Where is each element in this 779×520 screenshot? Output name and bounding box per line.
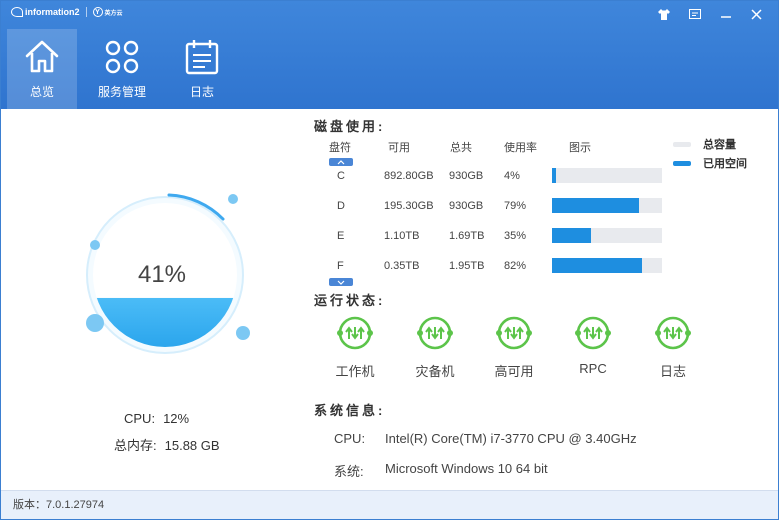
disk-usage-bar bbox=[552, 258, 662, 273]
disk-cell-total: 930GB bbox=[449, 200, 484, 212]
chevron-up-icon bbox=[337, 159, 345, 164]
status-label: 灾备机 bbox=[415, 364, 455, 379]
col-header-drive: 盘符 bbox=[329, 142, 351, 154]
tab-overview[interactable]: 总览 bbox=[7, 29, 77, 109]
sysinfo-cpu-label: CPU: bbox=[334, 431, 366, 446]
col-header-total: 总共 bbox=[450, 142, 472, 154]
legend-total-capacity: 总容量 bbox=[673, 136, 736, 152]
legend-swatch-used bbox=[673, 160, 691, 166]
disk-cell-drive: C bbox=[337, 170, 345, 182]
tab-label: 服务管理 bbox=[97, 85, 146, 99]
status-label: 工作机 bbox=[335, 364, 375, 379]
disk-cell-usage: 82% bbox=[504, 260, 527, 272]
gauge-bubble bbox=[86, 314, 104, 332]
tab-log[interactable]: 日志 bbox=[169, 29, 235, 109]
disk-cell-drive: D bbox=[337, 200, 345, 212]
disk-cell-free: 1.10TB bbox=[384, 230, 420, 242]
disk-usage-bar bbox=[552, 228, 662, 243]
shirt-icon bbox=[657, 8, 670, 20]
sync-status-icon bbox=[417, 316, 453, 350]
gauge-bubble bbox=[90, 240, 100, 250]
cloud-logo-icon: Y bbox=[92, 7, 103, 17]
disk-cell-drive: E bbox=[337, 230, 345, 242]
sync-status-icon bbox=[337, 316, 373, 350]
close-icon bbox=[751, 8, 762, 20]
system-info-title: 系统信息: bbox=[314, 403, 386, 418]
sync-status-icon bbox=[496, 316, 532, 350]
sysinfo-os-label: 系统: bbox=[334, 464, 364, 479]
disk-cell-free: 0.35TB bbox=[384, 260, 420, 272]
tab-service-management[interactable]: 服务管理 bbox=[89, 29, 155, 109]
version-text: 版本：7.0.1.27974 bbox=[13, 499, 105, 511]
disk-usage-bar bbox=[552, 168, 662, 183]
sync-status-icon bbox=[655, 316, 691, 350]
minimize-icon bbox=[720, 16, 731, 18]
tab-label: 日志 bbox=[189, 85, 214, 99]
restore-button[interactable] bbox=[679, 3, 710, 25]
disk-usage-title: 磁盘使用: bbox=[314, 119, 386, 134]
app-window: information2 Y 英方云 总览 服务管理 日志 41% CPU: 1… bbox=[0, 0, 779, 520]
brand: information2 Y 英方云 bbox=[11, 5, 123, 19]
disk-cell-free: 195.30GB bbox=[384, 200, 434, 212]
information2-logo-icon bbox=[11, 7, 23, 17]
cloud-logo: Y 英方云 bbox=[92, 7, 123, 17]
running-status-title: 运行状态: bbox=[314, 293, 386, 308]
memory-value: 15.88 GB bbox=[164, 438, 220, 453]
disk-usage-bar-fill bbox=[552, 168, 556, 183]
legend-used-space: 已用空间 bbox=[673, 155, 747, 171]
status-item[interactable]: 高可用 bbox=[484, 313, 544, 380]
status-bar: 版本：7.0.1.27974 bbox=[1, 490, 778, 519]
skin-button[interactable] bbox=[648, 3, 679, 25]
window-controls bbox=[648, 3, 772, 25]
gauge-bubble bbox=[228, 194, 238, 204]
col-header-usage: 使用率 bbox=[504, 142, 537, 154]
status-item[interactable]: 日志 bbox=[643, 313, 703, 380]
home-icon bbox=[25, 40, 59, 73]
disk-usage-bar-fill bbox=[552, 258, 642, 273]
scroll-down-button[interactable] bbox=[329, 278, 353, 286]
sysinfo-cpu-value: Intel(R) Core(TM) i7-3770 CPU @ 3.40GHz bbox=[385, 431, 637, 446]
chevron-down-icon bbox=[337, 280, 345, 285]
minimize-button[interactable] bbox=[710, 3, 741, 25]
information2-logo: information2 bbox=[11, 7, 80, 17]
status-item[interactable]: 灾备机 bbox=[405, 313, 465, 380]
gauge-bubble bbox=[236, 326, 250, 340]
disk-usage-bar-fill bbox=[552, 228, 591, 243]
status-item[interactable]: 工作机 bbox=[325, 313, 385, 380]
disk-cell-drive: F bbox=[337, 260, 344, 272]
grid-icon bbox=[105, 40, 139, 74]
scroll-up-button[interactable] bbox=[329, 158, 353, 166]
disk-cell-usage: 79% bbox=[504, 200, 527, 212]
cpu-value: 12% bbox=[163, 411, 190, 426]
memory-line: 总内存: 15.88 GB bbox=[114, 435, 228, 454]
disk-cell-usage: 35% bbox=[504, 230, 527, 242]
memory-label: 总内存: bbox=[114, 438, 157, 453]
brand-divider bbox=[85, 7, 87, 17]
status-item[interactable]: RPC bbox=[563, 313, 623, 376]
restore-icon bbox=[688, 9, 701, 19]
col-header-chart: 图示 bbox=[569, 142, 591, 154]
sync-status-icon bbox=[575, 316, 611, 350]
status-label: RPC bbox=[579, 361, 607, 376]
memory-gauge: 41% bbox=[86, 193, 250, 354]
close-button[interactable] bbox=[741, 3, 772, 25]
cpu-label: CPU: bbox=[124, 411, 156, 426]
cpu-usage-line: CPU: 12% bbox=[124, 411, 197, 426]
sysinfo-os-value: Microsoft Windows 10 64 bit bbox=[385, 461, 548, 476]
disk-cell-total: 930GB bbox=[449, 170, 484, 182]
disk-cell-free: 892.80GB bbox=[384, 170, 434, 182]
disk-cell-total: 1.69TB bbox=[449, 230, 485, 242]
gauge-percent: 41% bbox=[138, 261, 186, 288]
top-bar: information2 Y 英方云 总览 服务管理 日志 bbox=[1, 1, 778, 109]
calendar-icon bbox=[185, 40, 219, 75]
legend-swatch-total bbox=[673, 141, 691, 147]
disk-cell-total: 1.95TB bbox=[449, 260, 485, 272]
disk-usage-bar bbox=[552, 198, 662, 213]
col-header-free: 可用 bbox=[388, 142, 410, 154]
status-label: 日志 bbox=[659, 364, 686, 379]
disk-cell-usage: 4% bbox=[504, 170, 520, 182]
disk-usage-bar-fill bbox=[552, 198, 639, 213]
tab-label: 总览 bbox=[29, 85, 54, 99]
status-label: 高可用 bbox=[494, 364, 534, 379]
